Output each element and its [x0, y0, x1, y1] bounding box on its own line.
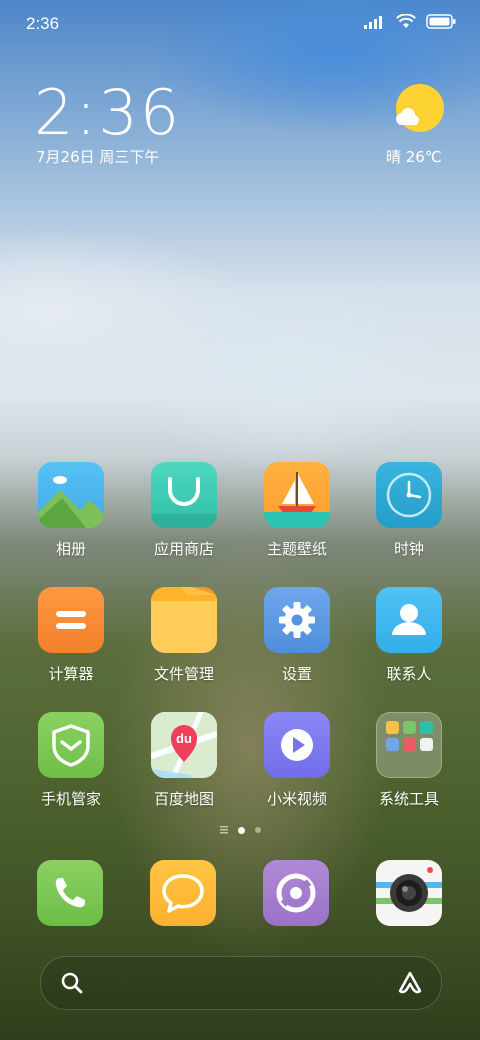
sunny-icon[interactable] — [390, 82, 446, 138]
overview-lines-icon — [219, 826, 228, 834]
app-label: 文件管理 — [153, 665, 214, 683]
tools-folder-icon — [376, 712, 442, 778]
dock-messages[interactable] — [150, 860, 216, 926]
search-icon[interactable] — [61, 972, 83, 994]
video-play-icon — [264, 712, 330, 778]
app-file-manager[interactable]: 文件管理 — [134, 587, 234, 684]
app-label: 手机管家 — [40, 790, 101, 808]
app-system-tools-folder[interactable]: 系统工具 — [359, 712, 459, 809]
status-bar: 2:36 — [0, 0, 480, 50]
app-clock[interactable]: 时钟 — [359, 462, 459, 559]
clock-icon — [376, 462, 442, 528]
signal-icon — [364, 15, 382, 29]
app-label: 百度地图 — [153, 790, 214, 808]
app-label: 小米视频 — [266, 790, 327, 808]
app-label: 应用商店 — [153, 540, 214, 558]
clock-widget-time[interactable]: 2:36 — [34, 76, 181, 149]
app-label: 系统工具 — [378, 790, 439, 808]
map-badge-text: du — [176, 731, 192, 746]
app-label: 相册 — [55, 540, 86, 558]
app-gallery[interactable]: 相册 — [21, 462, 121, 559]
app-contacts[interactable]: 联系人 — [359, 587, 459, 684]
global-search-bar[interactable] — [40, 956, 442, 1010]
dock-camera[interactable] — [376, 860, 442, 926]
app-security[interactable]: 手机管家 — [21, 712, 121, 809]
themes-icon — [264, 462, 330, 528]
baidu-map-icon: du — [151, 712, 217, 778]
gallery-icon — [38, 462, 104, 528]
dock-phone[interactable] — [37, 860, 103, 926]
clock-widget-date[interactable]: 7月26日 周三下午 — [36, 146, 159, 167]
app-label: 计算器 — [48, 665, 94, 683]
folder-icon — [151, 587, 217, 653]
app-store-icon — [151, 462, 217, 528]
app-settings[interactable]: 设置 — [247, 587, 347, 684]
messages-icon — [162, 874, 204, 913]
app-label: 时钟 — [393, 540, 424, 558]
weather-text[interactable]: 晴 26℃ — [386, 146, 442, 167]
calculator-icon — [38, 587, 104, 653]
contacts-icon — [376, 587, 442, 653]
wifi-icon — [396, 14, 416, 28]
status-icons — [364, 14, 456, 29]
settings-gear-icon — [264, 587, 330, 653]
app-label: 联系人 — [386, 665, 432, 683]
assistant-icon[interactable] — [397, 970, 423, 996]
app-app-store[interactable]: 应用商店 — [134, 462, 234, 559]
app-baidu-map[interactable]: du 百度地图 — [134, 712, 234, 809]
app-mi-video[interactable]: 小米视频 — [247, 712, 347, 809]
app-calculator[interactable]: 计算器 — [21, 587, 121, 684]
phone-icon — [55, 878, 85, 908]
page-indicator[interactable] — [0, 826, 480, 834]
page-dot[interactable] — [254, 827, 261, 833]
browser-icon — [276, 873, 316, 913]
security-shield-icon — [38, 712, 104, 778]
app-themes[interactable]: 主题壁纸 — [247, 462, 347, 559]
status-time: 2:36 — [26, 14, 60, 33]
camera-icon — [376, 867, 442, 912]
battery-icon — [426, 14, 456, 29]
page-dot-current[interactable] — [237, 826, 245, 834]
app-label: 设置 — [281, 665, 312, 683]
dock-browser[interactable] — [263, 860, 329, 926]
app-label: 主题壁纸 — [266, 540, 327, 558]
